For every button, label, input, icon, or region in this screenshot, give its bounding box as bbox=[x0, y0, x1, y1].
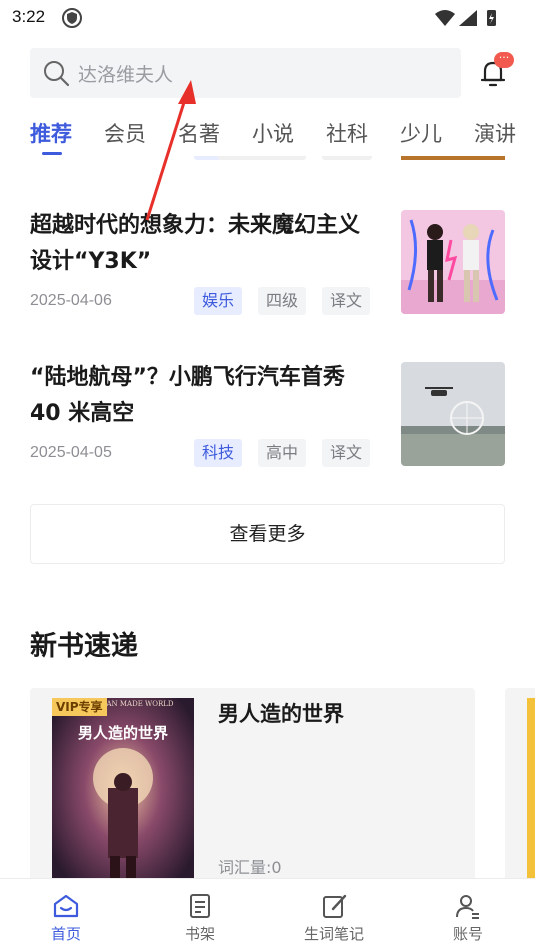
book-cover: 男人造的世界 AN MADE WORLD bbox=[52, 698, 194, 888]
nav-account[interactable]: 账号 bbox=[428, 891, 508, 944]
search-icon bbox=[44, 61, 70, 87]
shield-icon bbox=[62, 8, 82, 28]
tab-recommend[interactable]: 推荐 bbox=[30, 118, 72, 148]
account-icon bbox=[456, 895, 479, 919]
tag-level: 高中 bbox=[258, 439, 307, 467]
scrolled-thumb-remnant bbox=[401, 156, 505, 160]
tag-translation: 译文 bbox=[322, 439, 371, 467]
book-word-count: 词汇量:0 bbox=[218, 858, 282, 877]
cover-title: 男人造的世界 bbox=[78, 724, 168, 742]
signal-battery-icons bbox=[435, 10, 496, 26]
nav-bookshelf[interactable]: 书架 bbox=[160, 891, 240, 944]
article-thumbnail bbox=[401, 210, 505, 314]
tab-children[interactable]: 少儿 bbox=[400, 118, 442, 148]
article-item[interactable]: 超越时代的想象力：未来魔幻主义设计“Y3K” 2025-04-06 娱乐 四级 … bbox=[30, 208, 505, 318]
home-icon bbox=[53, 894, 79, 918]
tab-member[interactable]: 会员 bbox=[104, 118, 146, 148]
bottom-navigation: 首页 书架 生词笔记 账号 bbox=[0, 878, 535, 951]
article-thumbnail bbox=[401, 362, 505, 466]
search-input[interactable]: 达洛维夫人 bbox=[30, 48, 461, 98]
vip-badge: VIP专享 bbox=[52, 698, 107, 716]
status-bar: 3:22 bbox=[0, 0, 535, 36]
article-title: 超越时代的想象力：未来魔幻主义设计“Y3K” bbox=[30, 213, 361, 274]
edit-note-icon bbox=[323, 894, 347, 918]
tab-social-science[interactable]: 社科 bbox=[326, 118, 368, 148]
book-card[interactable]: 男人造的世界 AN MADE WORLD VIP专享 男人造的世界 词汇量:0 bbox=[30, 688, 475, 888]
nav-label: 账号 bbox=[452, 925, 483, 943]
nav-label: 书架 bbox=[184, 925, 215, 943]
tab-classics[interactable]: 名著 bbox=[178, 118, 220, 148]
tag-translation: 译文 bbox=[322, 287, 371, 315]
article-date: 2025-04-05 bbox=[30, 444, 112, 461]
nav-vocab-notes[interactable]: 生词笔记 bbox=[294, 891, 374, 944]
tab-speech[interactable]: 演讲 bbox=[474, 118, 516, 148]
tag-category: 娱乐 bbox=[194, 287, 243, 315]
book-card-next[interactable] bbox=[505, 688, 535, 888]
scrolled-tag-remnant bbox=[218, 156, 306, 160]
scrolled-tag-remnant bbox=[322, 156, 372, 160]
bookshelf-icon bbox=[190, 894, 210, 918]
book-cover bbox=[527, 698, 535, 888]
tab-novel[interactable]: 小说 bbox=[252, 118, 294, 148]
active-tab-indicator bbox=[42, 152, 62, 155]
view-more-button[interactable]: 查看更多 bbox=[30, 504, 505, 564]
nav-home[interactable]: 首页 bbox=[26, 891, 106, 944]
status-time: 3:22 bbox=[12, 7, 46, 26]
section-title: 新书速递 bbox=[30, 631, 138, 662]
tag-category: 科技 bbox=[194, 439, 243, 467]
cover-subtitle: AN MADE WORLD bbox=[105, 700, 173, 708]
tag-level: 四级 bbox=[258, 287, 307, 315]
article-item[interactable]: “陆地航母”？小鹏飞行汽车首秀 40 米高空 2025-04-05 科技 高中 … bbox=[30, 360, 505, 470]
nav-label: 生词笔记 bbox=[303, 925, 364, 943]
book-title: 男人造的世界 bbox=[218, 702, 344, 726]
article-date: 2025-04-06 bbox=[30, 292, 112, 309]
nav-label: 首页 bbox=[50, 925, 81, 943]
search-placeholder: 达洛维夫人 bbox=[78, 64, 174, 86]
article-title: “陆地航母”？小鹏飞行汽车首秀 40 米高空 bbox=[30, 365, 345, 426]
category-tabs: 推荐 会员 名著 小说 社科 少儿 演讲 bbox=[0, 112, 535, 158]
notification-badge: ··· bbox=[494, 52, 514, 68]
